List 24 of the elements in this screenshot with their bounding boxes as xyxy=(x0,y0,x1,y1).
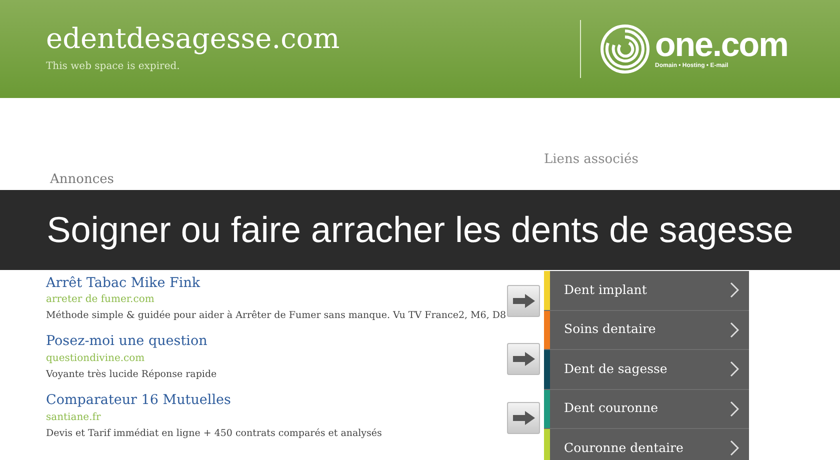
chevron-icon xyxy=(730,322,739,338)
ad-title[interactable]: Posez-moi une question xyxy=(46,333,507,351)
ad-title[interactable]: Comparateur 16 Mutuelles xyxy=(46,392,507,410)
arrow-icon xyxy=(512,352,534,366)
expired-notice: This web space is expired. xyxy=(46,60,181,74)
ad-description: Méthode simple & guidée pour aider à Arrêter de Fumer sans manque. Vu TV France2, M6, D8 xyxy=(46,309,507,324)
site-title: edentdesagesse.com xyxy=(46,24,341,52)
chevron-icon xyxy=(730,400,739,417)
ad-description: Voyante très lucide Réponse rapide xyxy=(46,368,218,382)
swirl-logo-icon xyxy=(599,23,651,75)
arrow-button[interactable] xyxy=(507,402,540,434)
arrow-button[interactable] xyxy=(507,343,540,376)
ad-description: Devis et Tarif immédiat en ligne + 450 contrats comparés et analysés xyxy=(46,426,383,441)
chevron-icon xyxy=(730,361,739,378)
section-heading: Liens associés xyxy=(544,151,640,169)
chevron-icon xyxy=(730,282,739,298)
arrow-icon xyxy=(512,294,534,308)
arrow-icon xyxy=(512,410,534,425)
arrow-button[interactable] xyxy=(507,284,540,316)
ad-title[interactable]: Arrêt Tabac Mike Fink xyxy=(46,274,507,292)
section-heading: Annonces xyxy=(50,171,115,189)
logo-text: one.com xyxy=(655,28,788,62)
chevron-icon xyxy=(730,440,739,456)
caption-banner: Soigner ou faire arracher les dents de sagesse xyxy=(0,190,840,270)
